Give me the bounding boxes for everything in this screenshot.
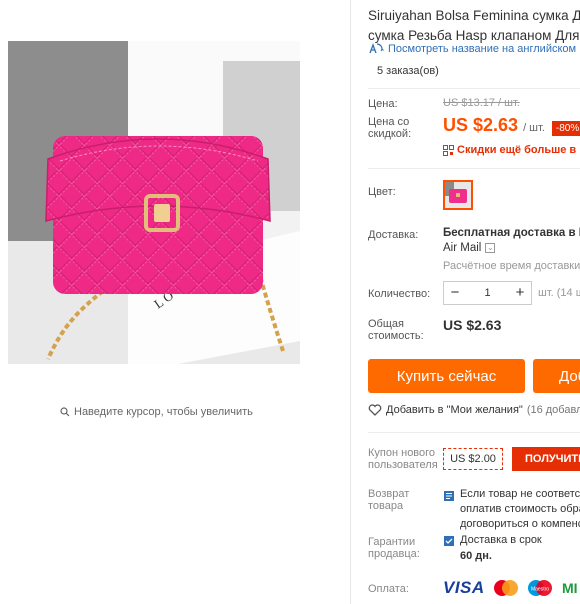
shipping-label: Доставка: — [368, 229, 419, 241]
coupon-label-line1: Купон нового — [368, 447, 436, 459]
guarantee-label-line2: продавца: — [368, 548, 420, 560]
product-page: L O V Наведите курсор, чтобы увеличить S… — [0, 0, 580, 604]
shipping-carrier-text[interactable]: Air Mail — [443, 242, 481, 254]
guarantee-label-line1: Гарантии — [368, 536, 416, 548]
chevron-down-icon[interactable]: ⌄ — [485, 243, 496, 253]
original-price: US $13.17 / шт. — [443, 97, 520, 109]
price-unit: / шт. — [523, 122, 545, 134]
qr-code-icon — [443, 144, 454, 156]
translate-icon — [369, 43, 384, 54]
quantity-decrease-button[interactable]: − — [444, 282, 466, 304]
get-coupon-button[interactable]: ПОЛУЧИТЬ — [512, 447, 580, 471]
handbag-photo: L O V — [8, 41, 300, 364]
product-title-line1: Siruiyahan Bolsa Feminina сумка Дл — [368, 8, 580, 23]
visa-logo: VISA — [443, 578, 485, 597]
quantity-stepper[interactable]: − 1 + — [443, 281, 532, 305]
payment-methods: VISA Maestro MI — [443, 578, 580, 598]
product-main-image[interactable]: L O V — [8, 41, 300, 364]
guarantee-days: 60 дн. — [460, 550, 492, 562]
total-label-line1: Общая — [368, 318, 404, 330]
total-label-line2: стоимость: — [368, 330, 424, 342]
divider — [368, 168, 580, 169]
returns-label: Возврат товара — [368, 488, 409, 512]
product-title: Siruiyahan Bolsa Feminina сумка Дл сумка… — [368, 6, 580, 46]
delivery-estimate: Расчётное время доставки: — [443, 260, 580, 272]
guarantee-delivery: Доставка в срок — [460, 534, 542, 546]
add-to-wishlist[interactable]: Добавить в "Мои желания" (16 добавле — [368, 404, 580, 416]
divider — [368, 88, 580, 89]
add-to-cart-button[interactable]: Доб — [533, 359, 580, 393]
divider — [368, 432, 580, 433]
wishlist-count: (16 добавле — [526, 404, 580, 416]
returns-line2: оплатив стоимость обра — [460, 503, 580, 515]
discount-price-label-line1: Цена со — [368, 116, 410, 128]
mastercard-logo — [493, 580, 518, 596]
quantity-label: Количество: — [368, 288, 431, 300]
seller-guarantee-label: Гарантии продавца: — [368, 536, 420, 560]
shipping-method[interactable]: Бесплатная доставка в Ru — [443, 227, 580, 239]
quantity-input[interactable]: 1 — [466, 287, 509, 299]
orders-count: 5 заказа(ов) — [377, 65, 439, 77]
returns-line1: Если товар не соответст — [460, 488, 580, 500]
wishlist-text[interactable]: Добавить в "Мои желания" — [386, 404, 523, 416]
discount-price-label-line2: скидкой: — [368, 128, 412, 140]
returns-label-line2: товара — [368, 500, 404, 512]
product-details: Siruiyahan Bolsa Feminina сумка Дл сумка… — [368, 0, 580, 604]
color-thumbnail-image — [445, 182, 471, 208]
quantity-increase-button[interactable]: + — [509, 282, 531, 304]
translate-link-text[interactable]: Посмотреть название на английском — [388, 43, 576, 55]
zoom-hint: Наведите курсор, чтобы увеличить — [60, 406, 253, 418]
translate-link[interactable]: Посмотреть название на английском — [368, 42, 576, 55]
price-label: Цена: — [368, 98, 398, 110]
coupon-label-line2: пользователя — [368, 459, 438, 471]
payment-label: Оплата: — [368, 583, 409, 595]
card-logo-partial: MI — [560, 580, 580, 596]
coupon-value: US $2.00 — [443, 448, 503, 470]
discount-price-value: US $2.63 — [443, 115, 519, 135]
returns-policy: Если товар не соответст оплатив стоимост… — [460, 487, 580, 532]
new-user-coupon-label: Купон нового пользователя — [368, 447, 438, 471]
discount-price: US $2.63 / шт. -80% — [443, 115, 580, 136]
shield-icon — [444, 491, 454, 501]
returns-line3: договориться о компенс — [460, 518, 580, 530]
buy-now-button[interactable]: Купить сейчас — [368, 359, 525, 393]
bulk-discount-text[interactable]: Скидки ещё больше в пр — [457, 144, 580, 156]
bulk-discount-link[interactable]: Скидки ещё больше в пр — [443, 144, 580, 156]
zoom-hint-text: Наведите курсор, чтобы увеличить — [74, 406, 253, 418]
shipping-carrier[interactable]: Air Mail ⌄ — [443, 242, 496, 254]
heart-icon — [368, 404, 382, 416]
color-label: Цвет: — [368, 186, 396, 198]
maestro-logo-text: Maestro — [531, 587, 549, 593]
svg-text:MI: MI — [562, 580, 578, 596]
search-icon — [60, 407, 70, 417]
column-divider — [350, 0, 351, 604]
total-label: Общая стоимость: — [368, 318, 424, 342]
discount-price-label: Цена со скидкой: — [368, 116, 411, 140]
stock-info: шт. (14 ш — [538, 287, 580, 299]
delivery-icon — [444, 536, 454, 546]
discount-badge: -80% — [551, 121, 580, 136]
maestro-logo: Maestro — [527, 580, 552, 596]
total-price: US $2.63 — [443, 317, 502, 333]
returns-label-line1: Возврат — [368, 488, 410, 500]
color-option-selected[interactable] — [443, 180, 473, 210]
